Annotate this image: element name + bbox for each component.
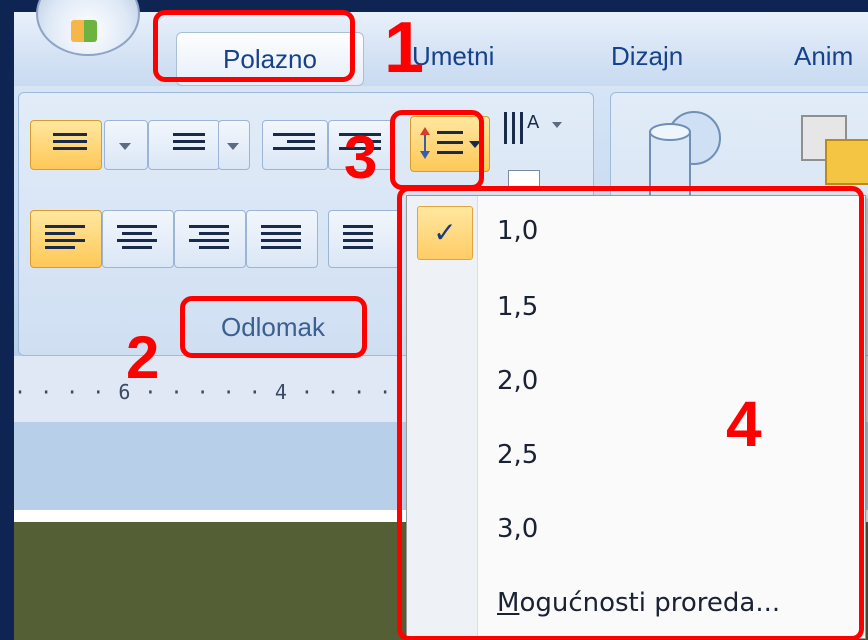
numbering-icon	[159, 129, 205, 154]
checkmark-icon: ✓	[417, 206, 473, 260]
align-left-icon	[45, 221, 85, 253]
menu-item-2-0[interactable]: 2,0	[497, 366, 538, 396]
tab-dizajn[interactable]: Dizajn	[611, 36, 683, 76]
svg-text:A: A	[527, 112, 540, 133]
annotation-number-2: 2	[126, 324, 160, 391]
decrease-indent-icon	[273, 129, 315, 154]
chevron-down-icon	[227, 143, 239, 150]
align-left-button[interactable]	[30, 210, 102, 268]
text-align-vertical-icon[interactable]	[508, 170, 540, 188]
menu-item-options-label: ogućnosti proreda...	[519, 588, 781, 618]
columns-button[interactable]	[328, 210, 400, 268]
annotation-number-4: 4	[726, 388, 762, 460]
bullets-dropdown[interactable]	[104, 120, 148, 170]
text-direction-icon[interactable]: A	[500, 106, 570, 162]
office-logo-icon	[71, 20, 97, 42]
accelerator-key: M	[497, 588, 520, 618]
menu-gutter	[407, 196, 478, 638]
annotation-number-3: 3	[344, 124, 378, 191]
line-spacing-icon	[420, 127, 481, 159]
bullets-button[interactable]	[30, 120, 102, 170]
menu-item-1-0[interactable]: 1,0	[497, 216, 538, 246]
annotation-number-1: 1	[384, 8, 425, 88]
tab-umetni[interactable]: Umetni	[412, 36, 494, 76]
justify-button[interactable]	[246, 210, 318, 268]
office-button[interactable]	[36, 0, 140, 56]
text-direction-glyph: A	[504, 112, 562, 144]
ribbon-tab-strip: Polazno Umetni Dizajn Anim	[14, 0, 868, 86]
menu-item-2-5[interactable]: 2,5	[497, 440, 538, 470]
paragraph-group-label: Odlomak	[220, 312, 326, 342]
numbering-dropdown[interactable]	[218, 120, 250, 170]
chevron-down-icon	[119, 143, 131, 150]
left-dark-edge	[0, 0, 14, 640]
align-center-icon	[117, 221, 157, 253]
bullets-icon	[41, 129, 87, 154]
menu-item-1-5[interactable]: 1,5	[497, 292, 538, 322]
align-center-button[interactable]	[102, 210, 174, 268]
decrease-indent-button[interactable]	[262, 120, 328, 170]
numbering-button[interactable]	[148, 120, 220, 170]
tab-polazno[interactable]: Polazno	[176, 32, 364, 86]
menu-item-line-spacing-options[interactable]: Mogućnosti proreda...	[497, 588, 780, 618]
menu-item-3-0[interactable]: 3,0	[497, 514, 538, 544]
line-spacing-menu: ✓ 1,0 1,5 2,0 2,5 3,0 Mogućnosti proreda…	[406, 195, 866, 639]
line-spacing-button[interactable]	[410, 116, 490, 172]
align-right-icon	[189, 221, 229, 253]
powerpoint-window: Polazno Umetni Dizajn Anim A Odlomak · ·…	[0, 0, 868, 640]
align-right-button[interactable]	[174, 210, 246, 268]
tab-animacije[interactable]: Anim	[794, 36, 853, 76]
columns-icon	[343, 221, 373, 253]
ruler-marks: · · · · 6 · · · · · 4 · · · ·	[14, 380, 393, 404]
justify-icon	[261, 221, 301, 253]
